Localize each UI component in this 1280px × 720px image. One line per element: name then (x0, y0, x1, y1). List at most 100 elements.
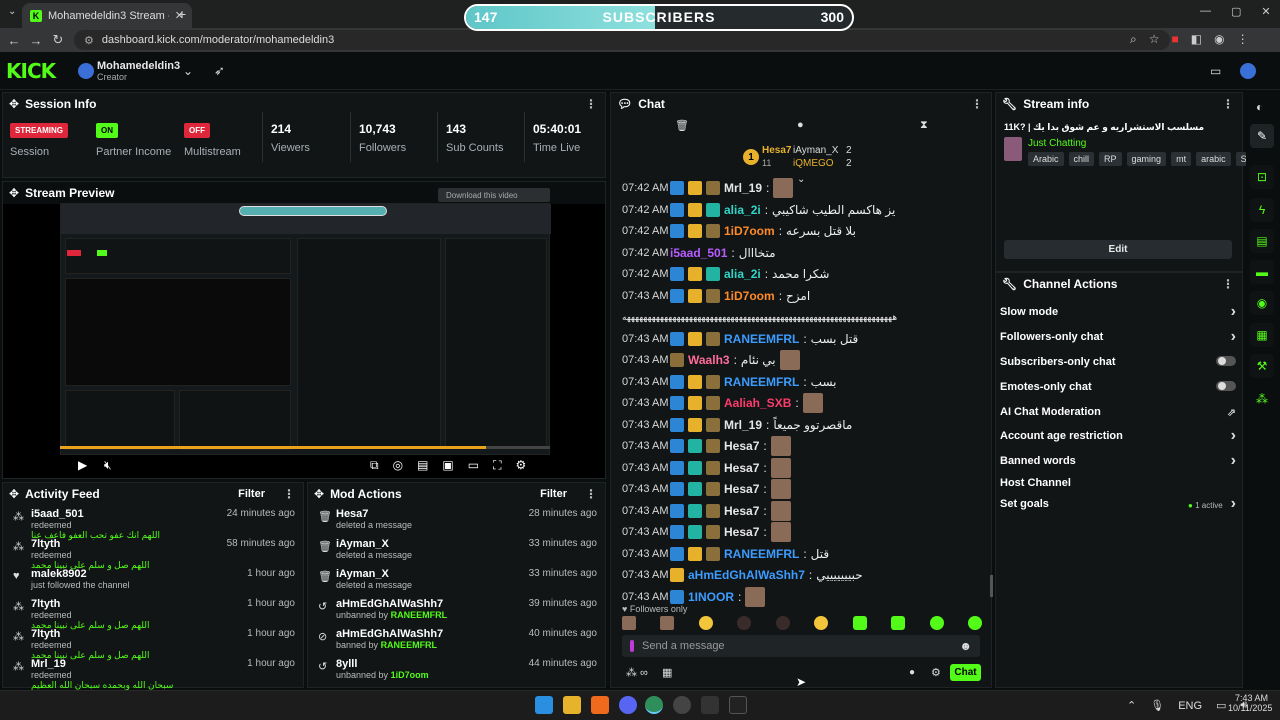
kick-emote-icon[interactable] (891, 616, 906, 630)
app-icon[interactable] (591, 696, 609, 714)
chevron-down-icon[interactable]: ⌄ (183, 64, 193, 78)
bolt-icon[interactable]: ϟ (1250, 198, 1274, 222)
activity-row[interactable]: ⁂ i5aad_501 redeemed اللهم انك عفو تحب العف… (3, 505, 303, 540)
chat-settings-bubble-icon[interactable]: ● (909, 667, 915, 678)
download-video-button[interactable]: Download this video (438, 188, 550, 202)
channel-action-row[interactable]: Emotes-only chat (1000, 375, 1236, 399)
chat-username[interactable]: Hesa7 (724, 525, 759, 539)
emoji-icon[interactable]: ☻ (959, 639, 972, 653)
chat-message[interactable]: 07:42 AM alia_2i: يز هاكسم الطيب شاكيبي (622, 200, 895, 220)
channel-action-control[interactable]: ⇗ (1227, 406, 1236, 419)
channel-action-row[interactable]: Subscribers-only chat (1000, 350, 1236, 374)
more-icon[interactable]: ⋮ (585, 97, 597, 111)
chat-username[interactable]: 1INOOR (688, 590, 734, 604)
kick-logo[interactable]: KICK (6, 59, 56, 83)
chat-username[interactable]: Mrl_19 (724, 181, 762, 195)
settings-gear-icon[interactable]: ⚙ (516, 458, 527, 473)
document-icon[interactable]: ▤ (1250, 229, 1274, 253)
chat-username[interactable]: RANEEMFRL (724, 332, 799, 346)
chat-message[interactable]: هههههههههههههههههههههههههههههههههههههههه… (622, 307, 897, 327)
mod-action-target[interactable]: RANEEMFRL (391, 610, 448, 620)
epic-icon[interactable] (729, 696, 747, 714)
channel-action-row[interactable]: Account age restriction › (1000, 424, 1236, 448)
browser-menu-icon[interactable]: ⋮ (1237, 32, 1249, 47)
activity-row[interactable]: ⁂ 7ltyth redeemed اللهم صل و سلم على نبينا … (3, 595, 303, 630)
chat-message[interactable]: 07:42 AM 1iD7oom: بلا قتل بسرعه (622, 221, 856, 241)
discord-icon[interactable] (619, 696, 637, 714)
smile-emote-icon[interactable] (698, 616, 713, 630)
chat-message[interactable]: 07:43 AM RANEEMFRL: قتل (622, 544, 829, 564)
mod-action-user[interactable]: iAyman_X (336, 538, 412, 550)
category-name[interactable]: Just Chatting (1028, 138, 1086, 149)
zoom-icon[interactable]: ⌕ (1130, 32, 1137, 47)
activity-user[interactable]: 7ltyth (31, 628, 149, 640)
send-chat-button[interactable]: Chat (950, 664, 981, 681)
chat-username[interactable]: RANEEMFRL (724, 375, 799, 389)
channel-switcher[interactable]: Mohamedeldin3 Creator (97, 60, 180, 82)
avatar[interactable] (78, 63, 94, 79)
kick-emote-icon[interactable] (852, 616, 867, 630)
chat-message[interactable]: 07:42 AM Mrl_19: (622, 178, 794, 198)
trash-icon[interactable]: 🗑︎ (675, 119, 689, 132)
channel-action-control[interactable]: › (1231, 328, 1236, 346)
broadcast-icon[interactable]: ◉ (1250, 291, 1274, 315)
obs-icon[interactable] (673, 696, 691, 714)
more-icon[interactable]: ⋮ (971, 97, 983, 111)
channel-action-control[interactable]: › (1231, 452, 1236, 470)
browser-tab[interactable]: K Mohamedeldin3 Stream - Kick ✕ (22, 3, 192, 28)
mod-action-row[interactable]: ⊘ aHmEdGhAlWaShh7 banned by RANEEMFRL 40 mi… (308, 625, 605, 655)
calendar-icon[interactable]: ▦ (1250, 323, 1274, 347)
activity-row[interactable]: ⁂ Mrl_19 redeemed سبحان الله وبحمده سبحان ا… (3, 655, 303, 690)
channel-action-row[interactable]: Followers-only chat › (1000, 325, 1236, 349)
pip-icon[interactable]: ▣ (442, 458, 453, 473)
wink-emote-icon[interactable] (814, 616, 829, 630)
edit-stream-info-button[interactable]: Edit (1004, 240, 1232, 259)
wallet-icon[interactable]: ▭ (1210, 64, 1221, 78)
fullscreen-icon[interactable]: ⛶ (493, 458, 501, 473)
chat-username[interactable]: alia_2i (724, 203, 761, 217)
mod-action-user[interactable]: aHmEdGhAlWaShh7 (336, 598, 447, 610)
edit-pen-icon[interactable]: ✎ (1250, 124, 1274, 148)
chat-message[interactable]: 07:43 AM Hesa7: (622, 522, 791, 542)
more-icon[interactable]: ⋮ (585, 487, 597, 501)
chat-message[interactable]: 07:43 AM RANEEMFRL: قتل بسب (622, 329, 858, 349)
more-icon[interactable]: ⋮ (1222, 97, 1234, 111)
kick-emote-icon[interactable] (929, 616, 944, 630)
extensions-puzzle-icon[interactable]: ◧ (1191, 32, 1202, 47)
language-indicator[interactable]: ENG (1178, 700, 1202, 712)
start-icon[interactable] (535, 696, 553, 714)
hourglass-icon[interactable]: ⧗ (920, 119, 928, 132)
mod-action-target[interactable]: 1iD7oom (391, 670, 429, 680)
channel-action-control[interactable]: › (1231, 427, 1236, 445)
chat-message[interactable]: 07:43 AM aHmEdGhAlWaShh7: حبيييييييي (622, 565, 863, 585)
leader-third-name[interactable]: iQMEGO (793, 158, 834, 169)
channel-action-control[interactable] (1216, 355, 1236, 369)
mod-action-user[interactable]: Hesa7 (336, 508, 412, 520)
collapse-leaders-icon[interactable]: ⌄ (797, 174, 805, 185)
chat-username[interactable]: Hesa7 (724, 461, 759, 475)
mute-icon[interactable]: 🔇︎ (104, 458, 112, 473)
url-field[interactable]: ⚙ dashboard.kick.com/moderator/mohamedel… (74, 30, 1170, 50)
chat-message[interactable]: 07:43 AM Hesa7: (622, 479, 791, 499)
bookmark-star-icon[interactable]: ☆ (1149, 32, 1160, 47)
chat-username[interactable]: aHmEdGhAlWaShh7 (688, 568, 805, 582)
mod-action-user[interactable]: aHmEdGhAlWaShh7 (336, 628, 443, 640)
tab-dropdown-icon[interactable]: ⌄ (8, 6, 16, 17)
site-info-icon[interactable]: ⚙ (84, 34, 94, 47)
emote-icon[interactable] (737, 616, 752, 630)
chat-username[interactable]: Aaliah_SXB (724, 396, 791, 410)
new-tab-button[interactable]: + (178, 6, 186, 22)
mod-action-row[interactable]: ↺ 8ylll unbanned by 1iD7oom 44 minutes ago (308, 655, 605, 685)
chat-scrollbar[interactable] (990, 575, 993, 597)
toggle-switch[interactable] (1216, 380, 1236, 391)
reload-icon[interactable]: ↻ (50, 32, 66, 48)
chrome-icon[interactable] (645, 696, 663, 714)
kick-emote-icon[interactable] (967, 616, 982, 630)
emote-icon[interactable] (775, 616, 790, 630)
mod-filter-button[interactable]: Filter (540, 488, 567, 500)
chat-rail-icon[interactable]: ▬ (1250, 260, 1274, 284)
group-icon[interactable]: ⁂ (1256, 392, 1268, 406)
chat-message[interactable]: 07:42 AM alia_2i: شكرا محمد (622, 264, 829, 284)
chat-message[interactable]: 07:43 AM 1iD7oom: امزح (622, 286, 810, 306)
channel-action-control[interactable] (1216, 380, 1236, 394)
